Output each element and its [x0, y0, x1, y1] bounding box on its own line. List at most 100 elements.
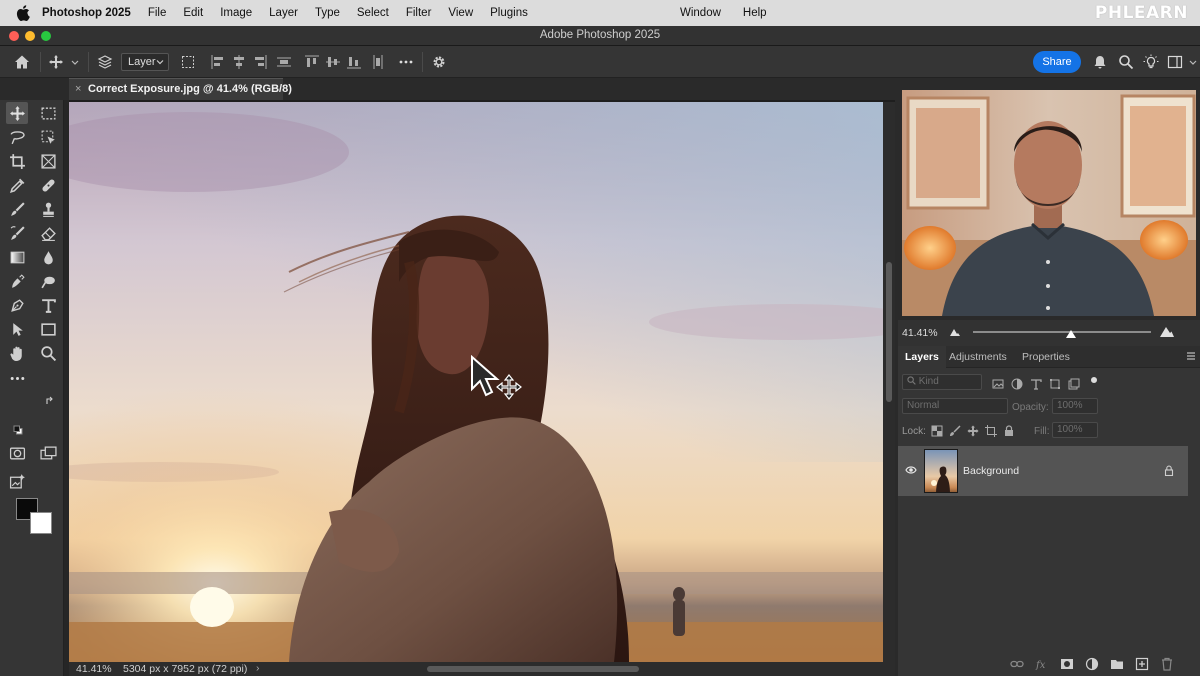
clone-stamp-tool[interactable]: [37, 198, 59, 220]
gradient-tool[interactable]: [6, 246, 28, 268]
generative-tool-button[interactable]: [6, 470, 28, 492]
blur-tool[interactable]: [37, 246, 59, 268]
filter-pixel-layers-icon[interactable]: [992, 378, 1004, 390]
menu-image[interactable]: Image: [220, 7, 252, 19]
eraser-tool[interactable]: [37, 222, 59, 244]
eyedropper-tool[interactable]: [6, 174, 28, 196]
share-button[interactable]: Share: [1033, 51, 1081, 73]
tool-preset-chevron-icon[interactable]: [70, 54, 80, 70]
menu-filter[interactable]: Filter: [406, 7, 432, 19]
more-options-icon[interactable]: [398, 54, 414, 70]
align-vertical-center-icon[interactable]: [325, 54, 341, 70]
type-tool[interactable]: [37, 294, 59, 316]
apple-menu-icon[interactable]: [16, 5, 30, 21]
align-top-icon[interactable]: [304, 54, 320, 70]
hand-tool[interactable]: [6, 342, 28, 364]
layer-effects-fx-icon[interactable]: fx: [1035, 657, 1049, 671]
search-icon[interactable]: [1118, 54, 1134, 70]
menu-layer[interactable]: Layer: [269, 7, 298, 19]
lock-transparent-pixels-icon[interactable]: [931, 425, 943, 437]
move-tool-icon[interactable]: [48, 54, 64, 70]
opacity-field[interactable]: 100%: [1052, 398, 1098, 414]
home-icon[interactable]: [14, 54, 30, 70]
filter-type-layers-icon[interactable]: [1030, 378, 1042, 390]
document-tab[interactable]: × Correct Exposure.jpg @ 41.4% (RGB/8): [69, 78, 292, 100]
filter-shape-layers-icon[interactable]: [1049, 378, 1061, 390]
canvas-vertical-scrollbar[interactable]: [883, 102, 895, 662]
menu-plugins[interactable]: Plugins: [490, 7, 528, 19]
lasso-tool[interactable]: [6, 126, 28, 148]
crop-tool[interactable]: [6, 150, 28, 172]
filter-smart-objects-icon[interactable]: [1068, 378, 1080, 390]
settings-gear-icon[interactable]: [431, 54, 447, 70]
smudge-tool[interactable]: [6, 270, 28, 292]
add-layer-mask-icon[interactable]: [1060, 657, 1074, 671]
filter-adjustment-layers-icon[interactable]: [1011, 378, 1023, 390]
document-canvas[interactable]: [69, 102, 883, 662]
healing-brush-tool[interactable]: [37, 174, 59, 196]
workspace-layout-icon[interactable]: [1167, 54, 1183, 70]
align-bottom-icon[interactable]: [346, 54, 362, 70]
move-tool[interactable]: [6, 102, 28, 124]
lock-image-pixels-icon[interactable]: [949, 425, 961, 437]
distribute-vertical-icon[interactable]: [370, 54, 386, 70]
edit-toolbar-button[interactable]: [6, 367, 28, 389]
brush-tool[interactable]: [6, 198, 28, 220]
transform-controls-icon[interactable]: [180, 54, 196, 70]
frame-tool[interactable]: [37, 150, 59, 172]
quick-mask-button[interactable]: [6, 442, 28, 464]
auto-select-layers-icon[interactable]: [97, 54, 113, 70]
lock-position-icon[interactable]: [967, 425, 979, 437]
object-selection-tool[interactable]: [37, 126, 59, 148]
path-selection-tool[interactable]: [6, 318, 28, 340]
menu-type[interactable]: Type: [315, 7, 340, 19]
background-color-swatch[interactable]: [30, 512, 52, 534]
navigator-zoom-field[interactable]: 41.41%: [902, 327, 938, 339]
tab-adjustments[interactable]: Adjustments: [949, 346, 1007, 368]
dodge-tool[interactable]: [37, 270, 59, 292]
marquee-tool[interactable]: [37, 102, 59, 124]
navigator-zoom-slider[interactable]: [973, 331, 1151, 333]
history-brush-tool[interactable]: [6, 222, 28, 244]
align-left-icon[interactable]: [210, 54, 226, 70]
menu-window[interactable]: Window: [680, 7, 721, 19]
menu-edit[interactable]: Edit: [183, 7, 203, 19]
layer-name[interactable]: Background: [963, 465, 1019, 477]
new-group-folder-icon[interactable]: [1110, 657, 1124, 671]
tab-properties[interactable]: Properties: [1022, 346, 1070, 368]
align-right-icon[interactable]: [252, 54, 268, 70]
menu-help[interactable]: Help: [743, 7, 767, 19]
menu-view[interactable]: View: [448, 7, 473, 19]
layer-visibility-eye-icon[interactable]: [905, 465, 917, 475]
menu-file[interactable]: File: [148, 7, 167, 19]
app-name-menu[interactable]: Photoshop 2025: [42, 7, 131, 19]
new-adjustment-layer-icon[interactable]: [1085, 657, 1099, 671]
default-colors-icon[interactable]: [13, 425, 23, 435]
delete-layer-trash-icon[interactable]: [1160, 657, 1174, 671]
zoom-out-mountain-icon[interactable]: [950, 328, 960, 336]
distribute-horizontal-icon[interactable]: [276, 54, 292, 70]
layer-kind-filter[interactable]: Kind: [902, 374, 982, 390]
rectangle-tool[interactable]: [37, 318, 59, 340]
discover-lightbulb-icon[interactable]: [1143, 54, 1159, 70]
vertical-scrollbar-thumb[interactable]: [886, 262, 892, 402]
menu-select[interactable]: Select: [357, 7, 389, 19]
link-layers-icon[interactable]: [1010, 657, 1024, 671]
horizontal-scrollbar-thumb[interactable]: [427, 666, 639, 672]
layer-locked-icon[interactable]: [1164, 465, 1174, 476]
panel-menu-icon[interactable]: [1186, 351, 1196, 361]
navigator-zoom-slider-knob[interactable]: [1065, 330, 1076, 338]
zoom-in-mountain-icon[interactable]: [1160, 326, 1174, 337]
align-horizontal-center-icon[interactable]: [231, 54, 247, 70]
lock-artboard-icon[interactable]: [985, 425, 997, 437]
blend-mode-dropdown[interactable]: Normal: [902, 398, 1008, 414]
layer-row[interactable]: Background: [898, 446, 1188, 496]
swap-colors-icon[interactable]: [45, 396, 55, 406]
notifications-bell-icon[interactable]: [1092, 54, 1108, 70]
workspace-chevron-icon[interactable]: [1188, 54, 1198, 70]
filter-toggle-icon[interactable]: [1090, 376, 1098, 384]
zoom-tool[interactable]: [37, 342, 59, 364]
status-zoom-level[interactable]: 41.41%: [76, 663, 112, 675]
status-info-menu-chevron[interactable]: ›: [256, 662, 260, 674]
fill-field[interactable]: 100%: [1052, 422, 1098, 438]
